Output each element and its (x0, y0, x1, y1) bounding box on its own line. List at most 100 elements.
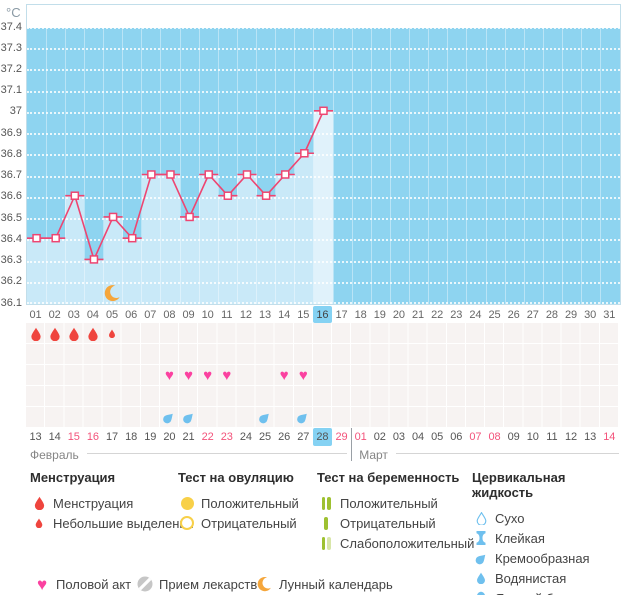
legend-item: Отрицательный (317, 513, 474, 533)
date-cell[interactable]: 15 (64, 428, 83, 446)
legend-item: Отрицательный (178, 513, 299, 533)
day-cell[interactable]: 06 (122, 306, 141, 323)
date-cell[interactable]: 05 (428, 428, 447, 446)
temperature-marker (129, 235, 136, 242)
temperature-marker (320, 107, 327, 114)
day-cell[interactable]: 03 (64, 306, 83, 323)
date-cell[interactable]: 02 (370, 428, 389, 446)
y-axis-tick: 37.1 (0, 85, 22, 96)
day-cell[interactable]: 09 (179, 306, 198, 323)
date-cell[interactable]: 14 (45, 428, 64, 446)
day-cell[interactable]: 20 (389, 306, 408, 323)
date-cell[interactable]: 18 (122, 428, 141, 446)
day-cell[interactable]: 13 (256, 306, 275, 323)
fluid-creamy-icon (472, 552, 490, 565)
date-cell[interactable]: 14 (600, 428, 619, 446)
intercourse-heart-icon: ♥ (165, 368, 174, 383)
day-cell[interactable]: 01 (26, 306, 45, 323)
temperature-marker (33, 235, 40, 242)
date-cell[interactable]: 17 (103, 428, 122, 446)
plot-area[interactable] (26, 4, 621, 305)
date-cell[interactable]: 13 (26, 428, 45, 446)
day-cell[interactable]: 14 (275, 306, 294, 323)
legend-item: Слабоположительный (317, 533, 474, 553)
day-cell[interactable]: 29 (562, 306, 581, 323)
legend-item: Кремообразная (472, 548, 626, 568)
temperature-unit-label: °C (6, 5, 21, 20)
day-cell[interactable]: 22 (428, 306, 447, 323)
creamy-fluid-icon (297, 411, 310, 424)
legend-section-title: Менструация (30, 470, 194, 485)
month-segment: Февраль (30, 447, 347, 462)
event-icon-grid[interactable]: ♥♥♥♥♥♥ (26, 323, 619, 428)
day-cell[interactable]: 10 (198, 306, 217, 323)
temperature-marker (148, 171, 155, 178)
day-cell[interactable]: 31 (600, 306, 619, 323)
intercourse-heart-icon: ♥ (299, 368, 308, 383)
temperature-marker (90, 256, 97, 263)
day-cell[interactable]: 15 (294, 306, 313, 323)
day-cell[interactable]: 30 (581, 306, 600, 323)
y-axis-tick: 37.3 (0, 43, 22, 54)
day-cell[interactable]: 07 (141, 306, 160, 323)
day-cell[interactable]: 17 (332, 306, 351, 323)
day-cell[interactable]: 05 (103, 306, 122, 323)
month-label: Март (359, 448, 388, 462)
legend-item-label: Яичный белок (495, 591, 581, 595)
day-cell[interactable]: 27 (523, 306, 542, 323)
day-cell[interactable]: 08 (160, 306, 179, 323)
date-cell[interactable]: 07 (466, 428, 485, 446)
date-cell[interactable]: 09 (504, 428, 523, 446)
creamy-fluid-icon (163, 411, 176, 424)
calendar-date-row: 1314151617181920212223242526272829010203… (26, 428, 619, 446)
day-cell[interactable]: 26 (504, 306, 523, 323)
date-cell[interactable]: 20 (160, 428, 179, 446)
day-cell[interactable]: 28 (542, 306, 561, 323)
day-cell[interactable]: 02 (45, 306, 64, 323)
date-cell[interactable]: 03 (389, 428, 408, 446)
day-cell[interactable]: 12 (236, 306, 255, 323)
date-cell[interactable]: 11 (542, 428, 561, 446)
date-cell[interactable]: 19 (141, 428, 160, 446)
day-cell[interactable]: 21 (409, 306, 428, 323)
selected-date-cell[interactable]: 28 (313, 428, 332, 446)
selected-day-cell[interactable]: 16 (313, 306, 332, 323)
day-cell[interactable]: 25 (485, 306, 504, 323)
y-axis-tick: 36.1 (0, 298, 22, 309)
medication-pill-icon (136, 576, 154, 592)
date-cell[interactable]: 26 (275, 428, 294, 446)
temperature-marker (282, 171, 289, 178)
legend-item-label: Лунный календарь (279, 577, 393, 592)
date-cell[interactable]: 29 (332, 428, 351, 446)
day-cell[interactable]: 18 (351, 306, 370, 323)
date-cell[interactable]: 06 (447, 428, 466, 446)
date-cell[interactable]: 01 (351, 428, 370, 446)
date-cell[interactable]: 16 (83, 428, 102, 446)
date-cell[interactable]: 10 (523, 428, 542, 446)
legend-item: Лунный календарь (256, 574, 393, 594)
legend-item-label: Кремообразная (495, 551, 590, 566)
date-cell[interactable]: 21 (179, 428, 198, 446)
date-cell[interactable]: 25 (256, 428, 275, 446)
legend-item: Менструация (30, 493, 194, 513)
date-cell[interactable]: 22 (198, 428, 217, 446)
creamy-fluid-icon (182, 411, 195, 424)
date-cell[interactable]: 13 (581, 428, 600, 446)
date-cell[interactable]: 23 (217, 428, 236, 446)
date-cell[interactable]: 04 (409, 428, 428, 446)
day-cell[interactable]: 11 (217, 306, 236, 323)
date-cell[interactable]: 24 (236, 428, 255, 446)
date-cell[interactable]: 12 (562, 428, 581, 446)
day-cell[interactable]: 04 (83, 306, 102, 323)
y-axis-tick: 36.3 (0, 255, 22, 266)
day-cell[interactable]: 24 (466, 306, 485, 323)
legend-section: Тест на овуляциюПоложительныйОтрицательн… (178, 470, 299, 533)
day-cell[interactable]: 19 (370, 306, 389, 323)
month-label: Февраль (30, 448, 79, 462)
date-cell[interactable]: 08 (485, 428, 504, 446)
day-cell[interactable]: 23 (447, 306, 466, 323)
legend-item: Прием лекарств (136, 574, 257, 594)
date-cell[interactable]: 27 (294, 428, 313, 446)
temperature-marker (263, 192, 270, 199)
y-axis-tick: 36.6 (0, 191, 22, 202)
